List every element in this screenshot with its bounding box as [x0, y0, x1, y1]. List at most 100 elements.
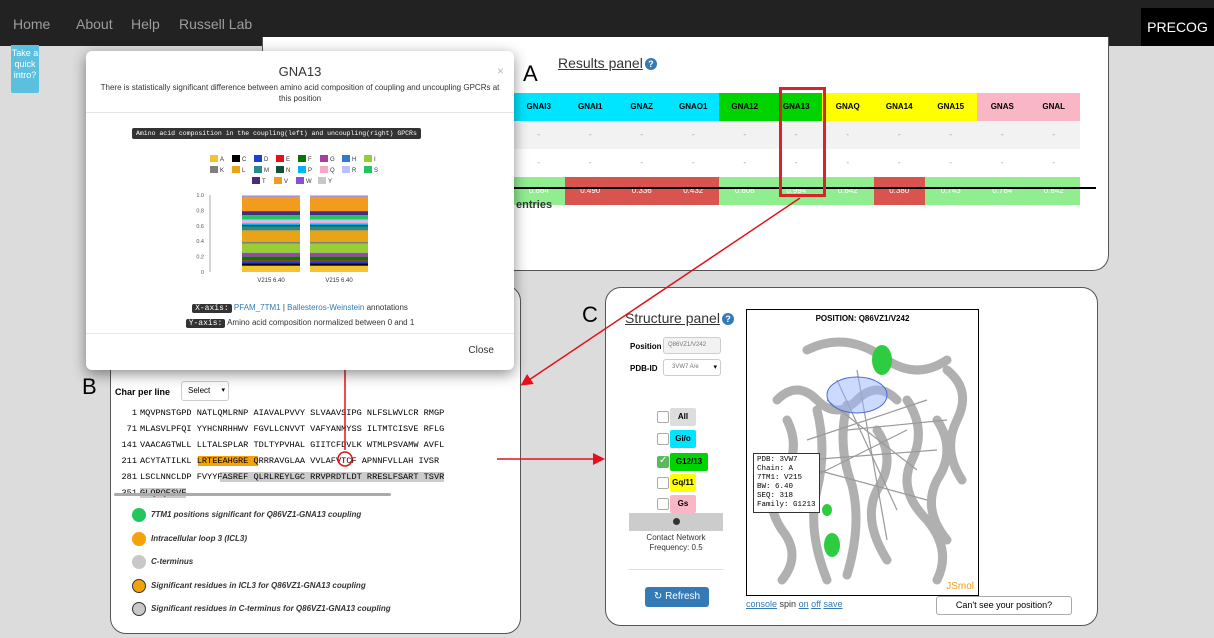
legend-label-G: G [330, 157, 335, 163]
filter-label-0[interactable]: All [670, 408, 696, 426]
column-header-gnas[interactable]: GNAS [976, 93, 1028, 121]
bar-segment-I [310, 243, 368, 253]
close-button[interactable]: Close [468, 345, 494, 356]
divider [86, 333, 514, 334]
position-input[interactable]: Q86VZ1/V242 [663, 337, 721, 354]
filter-checkbox-0[interactable] [657, 411, 669, 423]
filter-checkbox-2[interactable]: ✓ [657, 455, 669, 468]
nav-russell-lab[interactable]: Russell Lab [179, 16, 252, 32]
refresh-button[interactable]: ↻ Refresh [645, 587, 709, 607]
bar-segment-S [242, 215, 300, 220]
bar-segment-T [242, 211, 300, 216]
bar-segment-I [242, 243, 300, 253]
table-cell: - [667, 149, 719, 177]
legend-swatch-C [232, 155, 240, 162]
column-header-gnao1[interactable]: GNAO1 [667, 93, 719, 121]
legend-swatch-M [254, 166, 262, 173]
filter-label-3[interactable]: Gq/11 [670, 474, 696, 492]
legend-label-N: N [286, 168, 290, 174]
legend-swatch-V [274, 177, 282, 184]
divider [629, 569, 723, 570]
legend-swatch-R [342, 166, 350, 173]
legend-swatch-E [276, 155, 284, 162]
pfam-link[interactable]: PFAM_7TM1 [234, 303, 281, 312]
legend-label-D: D [264, 157, 269, 163]
filter-label-1[interactable]: Gi/o [670, 430, 696, 448]
legend-swatch-W [296, 177, 304, 184]
nav-about[interactable]: About [76, 16, 113, 32]
legend-label-Y: Y [328, 179, 332, 185]
nav-home[interactable]: Home [13, 16, 50, 32]
legend-dot [132, 555, 146, 569]
nav-help[interactable]: Help [131, 16, 160, 32]
legend-label-A: A [220, 157, 224, 163]
table-cell: - [564, 121, 616, 149]
modal-title: GNA13 [278, 64, 322, 79]
bar-segment-W [310, 196, 368, 198]
filter-label-4[interactable]: Gs [670, 495, 696, 513]
horizontal-scrollbar[interactable] [114, 493, 391, 496]
divider [86, 112, 514, 113]
spin-off-link[interactable]: off [811, 599, 821, 609]
table-cell: 0.380 [873, 177, 925, 205]
contact-slider-track[interactable] [629, 513, 723, 531]
table-cell: - [667, 121, 719, 149]
console-link[interactable]: console [746, 599, 777, 609]
legend-swatch-T [252, 177, 260, 184]
legend-label: Significant residues in ICL3 for Q86VZ1-… [151, 580, 366, 590]
legend-label-E: E [286, 157, 290, 163]
bar-segment-N [310, 225, 368, 227]
column-header-gnal[interactable]: GNAL [1028, 93, 1080, 121]
legend-swatch-A [210, 155, 218, 162]
help-icon[interactable]: ? [644, 58, 657, 70]
pdb-id-select[interactable]: 3VW7 A/e ▾ [663, 359, 721, 376]
column-header-gnaq[interactable]: GNAQ [822, 93, 874, 121]
bar-segment-M [242, 226, 300, 231]
label-c: C [582, 302, 598, 327]
legend-label: Intracellular loop 3 (ICL3) [151, 533, 248, 543]
cant-see-position-button[interactable]: Can't see your position? [936, 596, 1072, 615]
sequence-text: ACYTATILKL LRTEEAHGRE QRRRAVGLAA VVLAFVT… [140, 456, 440, 466]
brand-precog[interactable]: PRECOG [1141, 8, 1214, 46]
gna13-highlight-box [779, 87, 826, 197]
filter-checkbox-1[interactable] [657, 433, 669, 445]
table-cell: - [822, 121, 874, 149]
bw-link[interactable]: Ballesteros-Weinstein [287, 303, 364, 312]
column-header-gnai1[interactable]: GNAI1 [564, 93, 616, 121]
column-header-gna12[interactable]: GNA12 [719, 93, 771, 121]
column-header-gna14[interactable]: GNA14 [873, 93, 925, 121]
char-per-line-select[interactable]: Select ▾ [181, 381, 229, 401]
bar-segment-F [242, 256, 300, 261]
close-icon[interactable]: × [497, 64, 504, 78]
bar-segment-Y [242, 195, 300, 197]
table-cell: - [925, 121, 977, 149]
modal-subtitle: There is statistically significant diffe… [100, 83, 500, 103]
column-header-gna15[interactable]: GNA15 [925, 93, 977, 121]
label-a: A [523, 61, 538, 86]
y-tick-label: 1.0 [196, 193, 204, 199]
legend-label: 7TM1 positions significant for Q86VZ1-GN… [151, 510, 362, 519]
bar-segment-R [242, 219, 300, 222]
legend-label-S: S [374, 168, 378, 174]
save-link[interactable]: save [823, 599, 842, 609]
bar-segment-C [242, 263, 300, 266]
filter-checkbox-3[interactable] [657, 477, 669, 489]
quick-intro-button[interactable]: Take a quick intro? [11, 45, 39, 93]
filter-checkbox-4[interactable] [657, 498, 669, 510]
legend-swatch-L [232, 166, 240, 173]
x-tick-label: V215 6.40 [325, 278, 353, 284]
sequence-view[interactable]: 1 MQVPNSTGPD NATLQMLRNP AIAVALPVVY SLVAAV… [119, 405, 445, 501]
gna13-modal: GNA13 × There is statistically significa… [86, 51, 514, 370]
spin-on-link[interactable]: on [799, 599, 809, 609]
sequence-line: 1 MQVPNSTGPD NATLQMLRNP AIAVALPVVY SLVAAV… [119, 405, 444, 421]
column-header-gnai3[interactable]: GNAI3 [513, 93, 565, 121]
column-header-gnaz[interactable]: GNAZ [616, 93, 668, 121]
slider-handle[interactable] [673, 518, 680, 525]
sequence-text: MQVPNSTGPD NATLQMLRNP AIAVALPVVY SLVAAVS… [140, 408, 445, 418]
help-icon[interactable]: ? [721, 313, 734, 325]
line-number: 281 [121, 472, 137, 482]
filter-label-2[interactable]: G12/13 [670, 453, 708, 471]
jsmol-viewer[interactable]: POSITION: Q86VZ1/V242 PDB: 3VW7 Chain: A7… [746, 309, 979, 596]
pdb-id-label: PDB-ID [630, 364, 658, 373]
table-cell: - [873, 121, 925, 149]
